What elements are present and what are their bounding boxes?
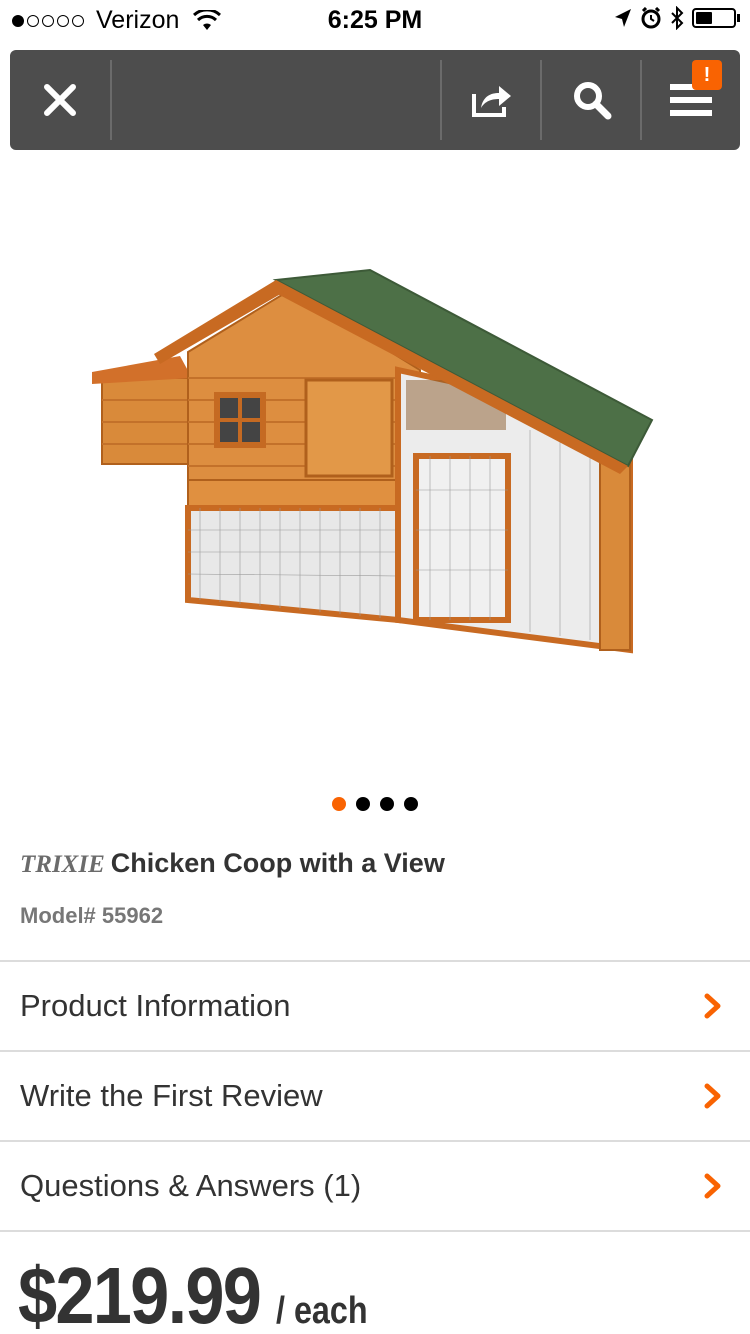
chevron-right-icon	[704, 1083, 721, 1109]
carousel-dot[interactable]	[380, 797, 394, 811]
close-icon	[44, 84, 76, 116]
notification-badge: !	[692, 60, 722, 90]
carousel-dot[interactable]	[404, 797, 418, 811]
model-number: Model# 55962	[20, 903, 164, 928]
status-bar: Verizon 6:25 PM	[0, 0, 750, 40]
image-carousel-indicator	[0, 797, 750, 811]
chevron-right-icon	[704, 1173, 721, 1199]
share-button[interactable]	[442, 50, 542, 150]
price-unit: / each	[276, 1290, 368, 1332]
product-title: TRIXIE Chicken Coop with a View	[20, 848, 445, 879]
search-button[interactable]	[542, 50, 642, 150]
product-information-row[interactable]: Product Information	[0, 962, 750, 1052]
price: $219.99	[18, 1251, 262, 1334]
questions-answers-row[interactable]: Questions & Answers (1)	[0, 1142, 750, 1232]
brand-name: TRIXIE	[20, 851, 105, 878]
bluetooth-icon	[671, 6, 684, 30]
price-row: $219.99 / each	[18, 1250, 384, 1334]
row-label: Product Information	[20, 988, 291, 1023]
close-button[interactable]	[10, 50, 110, 150]
share-icon	[472, 86, 511, 117]
alarm-icon	[641, 7, 661, 29]
carousel-dot[interactable]	[356, 797, 370, 811]
product-image[interactable]	[80, 260, 670, 670]
product-sections-list: Product Information Write the First Revi…	[0, 960, 750, 1232]
menu-button[interactable]: !	[642, 50, 740, 150]
carousel-dot[interactable]	[332, 797, 346, 811]
search-icon	[574, 82, 612, 120]
row-label: Questions & Answers (1)	[20, 1168, 362, 1203]
chevron-right-icon	[704, 993, 721, 1019]
top-toolbar: !	[10, 50, 740, 150]
location-icon	[615, 9, 631, 27]
row-label: Write the First Review	[20, 1078, 323, 1113]
toolbar-divider	[110, 60, 112, 140]
battery-icon	[692, 8, 740, 28]
product-name: Chicken Coop with a View	[110, 848, 445, 878]
write-review-row[interactable]: Write the First Review	[0, 1052, 750, 1142]
status-right	[614, 6, 740, 30]
